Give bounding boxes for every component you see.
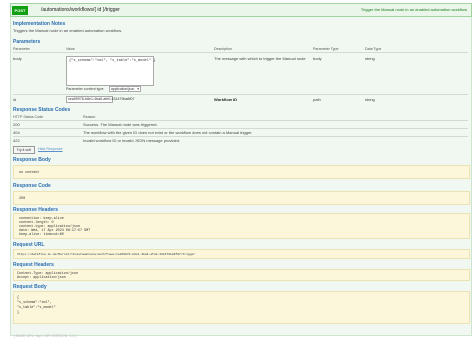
status-code: 404: [13, 130, 20, 135]
request-headers-block: Content-Type: application/json Accept: a…: [13, 269, 470, 281]
response-code-block: 200: [13, 191, 470, 205]
request-body-line: "s_schema":"xml",: [17, 301, 52, 305]
param-desc-id: Workflow ID: [214, 97, 238, 102]
body-textarea[interactable]: {"s_schema":"xml", "s_table":"s_model" }: [66, 56, 156, 86]
response-code-heading: Response Code: [13, 183, 51, 189]
param-name-id: id: [13, 97, 17, 102]
param-col-datatype: Data Type: [365, 47, 382, 51]
implementation-notes-heading: Implementation Notes: [13, 21, 66, 27]
status-col-reason: Reason: [83, 115, 96, 119]
divider: [13, 94, 468, 95]
param-desc-body: The message with which to trigger the Ma…: [214, 56, 306, 61]
status-reason: The workflow with the given ID does not …: [83, 130, 253, 135]
response-body-text: no content: [19, 171, 40, 175]
status-col-code: HTTP Status Code: [13, 115, 44, 119]
param-col-description: Description: [214, 47, 232, 51]
implementation-notes-text: Triggers the Manual node in an enabled a…: [13, 28, 123, 33]
id-input[interactable]: cea59978-b8e1-4ba6-afe0-431479ba6f07: [66, 96, 135, 103]
response-status-heading: Response Status Codes: [13, 107, 71, 113]
status-code: 200: [13, 122, 20, 127]
id-input-value: cea59978-b8e1-4ba6-afe0-431479ba6f07: [68, 97, 135, 101]
page: { "endpoint": { "method": "POST", "path"…: [0, 0, 474, 339]
param-datatype-body: string: [365, 56, 375, 61]
hide-response-link[interactable]: Hide Response: [38, 147, 63, 151]
divider: [13, 120, 468, 121]
operation-header[interactable]: POST /automations/workflows/{ id }/trigg…: [10, 3, 472, 17]
status-code: 422: [13, 138, 20, 143]
request-body-heading: Request Body: [13, 284, 47, 290]
parameters-heading: Parameters: [13, 39, 41, 45]
chevron-down-icon: ▾: [137, 87, 139, 91]
response-code-text: 200: [19, 197, 26, 201]
divider: [13, 128, 468, 129]
divider: [13, 52, 468, 53]
request-body-block: { "s_schema":"xml", "s_table":"s_model" …: [13, 291, 470, 324]
endpoint-path[interactable]: /automations/workflows/{ id }/trigger: [41, 7, 120, 13]
content-type-select[interactable]: application/json ▾: [109, 86, 141, 92]
response-body-block: no content: [13, 165, 470, 179]
footer-text: [ BASE URL: /api , API VERSION: 1.0 ]: [14, 334, 77, 338]
param-datatype-id: string: [365, 97, 375, 102]
request-url-text: https://datafloo.in.de/Mernst/l3/automat…: [17, 253, 196, 256]
param-col-parameter: Parameter: [13, 47, 30, 51]
try-it-out-button[interactable]: Try it out!: [13, 146, 35, 154]
param-type-body: body: [313, 56, 322, 61]
response-body-heading: Response Body: [13, 157, 51, 163]
request-body-line: }: [17, 311, 20, 315]
status-reason: Invalid workflow ID or invalid JSON mess…: [83, 138, 181, 143]
response-headers-block: connection: keep-alive content-length: 0…: [13, 213, 470, 239]
request-body-line: {: [17, 296, 20, 300]
endpoint-summary[interactable]: Trigger the Manual node in an enabled au…: [361, 7, 467, 12]
param-col-type: Parameter Type: [313, 47, 339, 51]
content-type-label: Parameter content type:: [66, 87, 105, 91]
body-textarea-value: {"s_schema":"xml", "s_table":"s_model" }: [69, 59, 156, 63]
content-type-value: application/json: [111, 87, 135, 91]
request-url-block: https://datafloo.in.de/Mernst/l3/automat…: [13, 249, 470, 259]
status-reason: Success. The Manual node was triggered.: [83, 122, 158, 127]
divider: [13, 136, 468, 137]
http-method-badge: POST: [12, 6, 28, 15]
param-name-body: body: [13, 56, 22, 61]
header-line: keep-alive: timeout=60: [19, 233, 64, 237]
header-line: Accept: application/json: [17, 276, 66, 280]
request-headers-heading: Request Headers: [13, 262, 54, 268]
request-url-heading: Request URL: [13, 242, 45, 248]
param-type-id: path: [313, 97, 321, 102]
param-col-value: Value: [66, 47, 75, 51]
request-body-line: "s_table":"s_model": [17, 306, 56, 310]
